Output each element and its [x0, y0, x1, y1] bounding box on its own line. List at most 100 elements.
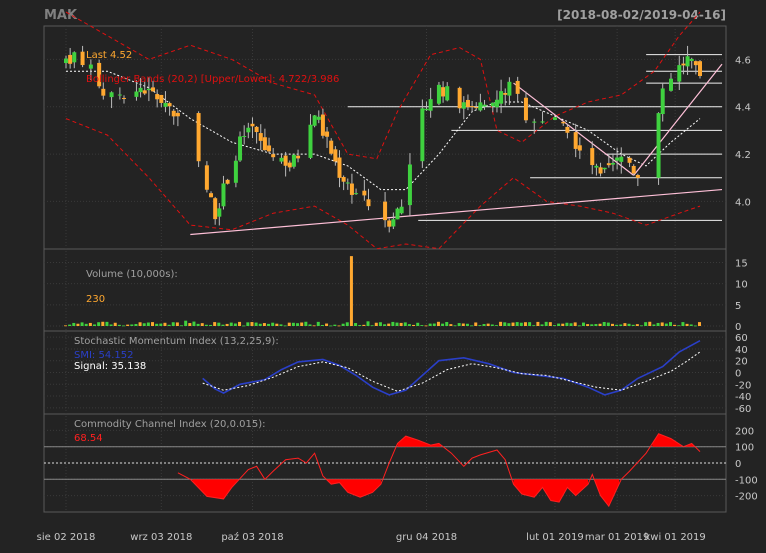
candle-body [474, 107, 479, 109]
volume-panel [64, 256, 701, 327]
candle-body [615, 157, 620, 161]
volume-bar [652, 324, 656, 326]
candle-body [267, 145, 272, 152]
candle-body [146, 88, 151, 91]
volume-bar [200, 323, 204, 326]
candle-body [254, 126, 259, 133]
candle-body [395, 208, 400, 220]
volume-bar [428, 323, 432, 326]
candle-body [221, 183, 226, 207]
volume-bar [325, 323, 329, 326]
smi-panel [202, 339, 701, 396]
volume-bar [623, 323, 627, 326]
volume-bar [677, 325, 681, 327]
cci-tick-label: -100 [735, 475, 758, 486]
price-tick-label: 4.4 [735, 103, 751, 114]
cci-title: Commodity Channel Index (20,0.015): [74, 419, 266, 430]
candle-body [507, 81, 512, 96]
smi-signal-label: Signal: 35.138 [74, 361, 146, 372]
volume-bar [507, 323, 511, 326]
volume-bar [88, 322, 92, 326]
candle-body [209, 193, 214, 198]
x-tick-label: kwi 01 2019 [644, 532, 705, 543]
volume-bar [561, 323, 565, 326]
cci-last-value: 68.54 [74, 433, 103, 444]
candle-body [159, 94, 164, 103]
volume-bar [432, 323, 436, 326]
candle-body [329, 140, 334, 154]
candle-body [631, 165, 636, 174]
trend-line [513, 82, 635, 176]
volume-bar [465, 323, 469, 326]
candle-body [68, 54, 73, 64]
volume-bar [383, 324, 387, 326]
x-tick-label: lut 01 2019 [526, 532, 584, 543]
chart-root: MAK [2018-08-02/2019-04-16] 4.0 4.2 4.4 4.6… [0, 0, 766, 549]
candle-body [366, 199, 371, 207]
volume-bar [72, 322, 76, 326]
volume-bar [370, 325, 374, 327]
candle-body [242, 135, 247, 137]
candle-body [540, 121, 545, 123]
smi-tick-label: -40 [735, 392, 751, 403]
candle-body [296, 155, 301, 159]
volume-bar [391, 321, 395, 326]
candle-body [204, 165, 209, 190]
volume-bar [312, 325, 316, 327]
volume-bar [528, 322, 532, 326]
candle-body [457, 87, 462, 109]
x-tick-label: wrz 03 2018 [130, 532, 192, 543]
volume-bar [362, 324, 366, 326]
volume-bar [209, 324, 213, 326]
candle-body [598, 167, 603, 174]
volume-bar [548, 322, 552, 326]
volume-bar [552, 325, 556, 326]
volume-bar [76, 323, 80, 326]
volume-bar [577, 325, 581, 327]
candle-body [312, 115, 317, 126]
candle-body [677, 65, 682, 82]
volume-bar [449, 324, 453, 326]
smi-line [202, 339, 701, 396]
volume-bar [619, 324, 623, 326]
candle-body [225, 179, 230, 184]
volume-bar [64, 325, 67, 327]
volume-bar [598, 323, 602, 326]
candle-body [656, 113, 661, 178]
candle-body [478, 102, 483, 111]
volume-bar [586, 324, 590, 326]
candle-body [354, 193, 359, 195]
candle-body [320, 114, 325, 136]
volume-bar [590, 324, 594, 326]
volume-bar [320, 324, 324, 326]
volume-bar [308, 324, 312, 326]
candle-body [279, 157, 284, 162]
volume-bar [142, 323, 146, 326]
volume-bar [217, 322, 221, 326]
candle-body [283, 155, 288, 166]
trend-line [190, 188, 723, 236]
volume-bar [358, 325, 362, 326]
price-last-label: Last 4.52 [86, 50, 132, 61]
volume-bar [478, 325, 482, 326]
candle-body [345, 182, 350, 184]
volume-bar [296, 323, 300, 326]
candle-body [660, 88, 665, 115]
candle-body [532, 121, 537, 123]
candle-body [117, 94, 122, 96]
volume-bar [151, 322, 155, 326]
volume-bar [283, 325, 287, 327]
volume-bar [134, 323, 138, 326]
volume-bar [606, 322, 610, 326]
candle-body [499, 91, 504, 104]
volume-bar [366, 321, 370, 326]
candle-body [606, 163, 611, 166]
volume-bar [474, 322, 478, 326]
smi-tick-label: -60 [735, 404, 751, 415]
volume-bar [664, 323, 668, 326]
candle-body [552, 117, 557, 120]
candle-body [72, 52, 77, 63]
candle-body [333, 149, 338, 162]
volume-last-value: 230 [86, 294, 105, 305]
bollinger-upper [65, 11, 701, 160]
